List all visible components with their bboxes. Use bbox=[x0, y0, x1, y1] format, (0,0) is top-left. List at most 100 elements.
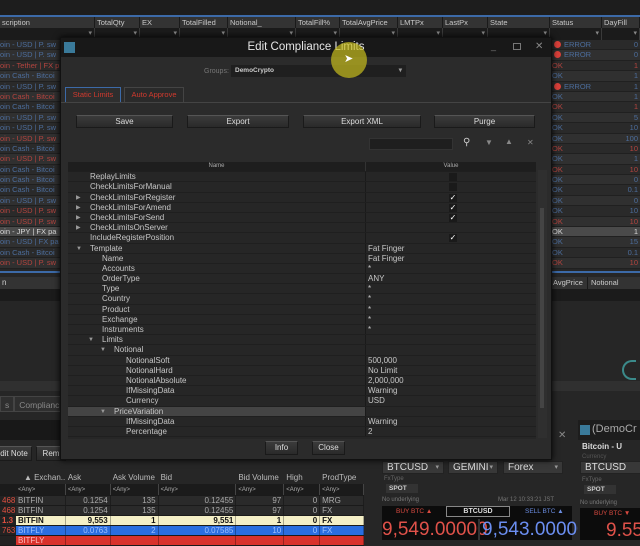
buy-price-button[interactable]: 9,549.00000 bbox=[382, 519, 488, 541]
column-filter[interactable]: <Any> bbox=[236, 484, 285, 495]
column-header[interactable]: TotalQty bbox=[95, 17, 140, 28]
caret-down-icon[interactable]: ▼ bbox=[88, 335, 94, 345]
column-filter[interactable]: <Any> bbox=[16, 484, 66, 495]
tree-row[interactable]: NotionalAbsolute 2,000,000 bbox=[68, 375, 536, 387]
column-header[interactable]: Ask bbox=[66, 472, 111, 484]
tree-row[interactable]: Type * bbox=[68, 284, 536, 295]
product-select[interactable]: Forex bbox=[503, 461, 563, 474]
column-header[interactable]: LMTPx bbox=[398, 17, 443, 28]
tab-s[interactable]: s bbox=[0, 396, 15, 412]
tab-auto-approve[interactable]: Auto Approve bbox=[124, 87, 184, 102]
currency-select[interactable]: BTCUSD bbox=[580, 461, 640, 474]
tree-row[interactable]: ▶ CheckLimitsOnServer bbox=[68, 223, 536, 234]
maximize-icon[interactable] bbox=[513, 43, 521, 50]
market-row[interactable]: BITFLY bbox=[0, 536, 365, 546]
column-name[interactable]: Name bbox=[68, 162, 366, 171]
tree-row[interactable]: Name Fat Finger bbox=[68, 253, 536, 264]
column-header[interactable]: TotalFill% bbox=[296, 17, 340, 28]
export-xml-button[interactable]: Export XML bbox=[303, 115, 421, 128]
market-row[interactable]: 763 BITFLY 0.0763 2 0.07585 10 0 FX bbox=[0, 526, 365, 536]
caret-right-icon[interactable]: ▶ bbox=[76, 203, 81, 213]
fxtype-select[interactable]: SPOT bbox=[584, 485, 616, 494]
tab-static-limits[interactable]: Static Limits bbox=[65, 87, 121, 102]
dialog-title-bar[interactable]: Edit Compliance Limits _ ✕ bbox=[61, 38, 551, 57]
checkbox-checked[interactable]: ✓ bbox=[449, 203, 457, 212]
tree-row[interactable]: ▼ Template Fat Finger bbox=[68, 243, 536, 254]
checkbox-checked[interactable]: ✓ bbox=[449, 234, 457, 243]
tree-row[interactable]: ReplayLimits bbox=[68, 172, 536, 183]
column-header[interactable]: ▲ Exchan... bbox=[22, 472, 66, 484]
caret-right-icon[interactable]: ▶ bbox=[76, 213, 81, 223]
column-header[interactable]: Ask Volume bbox=[111, 472, 159, 484]
tree-row[interactable]: Currency USD bbox=[68, 396, 536, 407]
find-previous-icon[interactable]: ▲ bbox=[505, 137, 513, 146]
tree-row[interactable]: ▶ CheckLimitsForRegister ✓ bbox=[68, 192, 536, 203]
caret-down-icon[interactable]: ▼ bbox=[100, 407, 106, 417]
tree-row[interactable]: NotionalHard No Limit bbox=[68, 365, 536, 376]
column-header[interactable]: TotalAvgPrice bbox=[340, 17, 398, 28]
market-row[interactable]: 1.3 BITFIN 9,553 1 9,551 1 0 FX bbox=[0, 516, 365, 526]
tree-row[interactable]: Percentage 2 bbox=[68, 426, 536, 438]
column-filter[interactable] bbox=[550, 28, 602, 40]
caret-down-icon[interactable]: ▼ bbox=[76, 244, 82, 254]
buy-price-button[interactable]: 9.55 bbox=[606, 520, 640, 540]
tree-row[interactable]: ▼ Notional bbox=[68, 345, 536, 356]
caret-right-icon[interactable]: ▶ bbox=[76, 193, 81, 203]
edit-note-button[interactable]: dit Note bbox=[0, 446, 32, 461]
tree-row[interactable]: IncludeRegisterPosition ✓ bbox=[68, 233, 536, 244]
tree-row[interactable]: NotionalSoft 500,000 bbox=[68, 355, 536, 366]
column-header[interactable]: LastPx bbox=[443, 17, 488, 28]
tree-row[interactable]: IfMissingData Warning bbox=[68, 416, 536, 427]
tree-scrollbar[interactable] bbox=[538, 170, 547, 438]
column-header[interactable]: High bbox=[284, 472, 320, 484]
tree-row[interactable]: Country * bbox=[68, 294, 536, 305]
search-icon[interactable]: ⚲ bbox=[463, 137, 470, 148]
market-row[interactable]: 468 BITFIN 0.1254 135 0.12455 97 0 MRG bbox=[0, 496, 365, 506]
tree-row[interactable]: CheckLimitsForManual bbox=[68, 182, 536, 193]
symbol-select[interactable]: BTCUSD bbox=[382, 461, 444, 474]
column-header[interactable]: ProdType bbox=[320, 472, 364, 484]
clear-search-icon[interactable]: ✕ bbox=[527, 138, 534, 147]
column-header[interactable]: State bbox=[488, 17, 550, 28]
tab-compliance[interactable]: Complianc bbox=[14, 396, 65, 412]
info-button[interactable]: Info bbox=[265, 441, 298, 455]
tree-row[interactable]: Exchange * bbox=[68, 314, 536, 325]
column-filter[interactable]: <Any> bbox=[66, 484, 111, 495]
column-filter[interactable]: <Any> bbox=[320, 484, 365, 495]
tree-row[interactable]: OrderType ANY bbox=[68, 274, 536, 285]
tree-row[interactable]: Product * bbox=[68, 304, 536, 315]
column-header[interactable]: Bid bbox=[159, 472, 237, 484]
fxtype-select[interactable]: SPOT bbox=[386, 484, 418, 493]
column-filter[interactable]: <Any> bbox=[159, 484, 237, 495]
checkbox-unchecked[interactable] bbox=[449, 173, 457, 182]
market-row[interactable]: 468 BITFIN 0.1254 135 0.12455 97 0 FX bbox=[0, 506, 365, 516]
column-header[interactable]: Bid Volume bbox=[236, 472, 284, 484]
exchange-select[interactable]: GEMINI bbox=[448, 461, 498, 474]
caret-down-icon[interactable]: ▼ bbox=[100, 345, 106, 355]
tree-row[interactable]: IfMissingData Warning bbox=[68, 386, 536, 397]
groups-select[interactable]: DemoCrypto ▾ bbox=[231, 65, 406, 77]
close-button[interactable]: Close bbox=[312, 441, 345, 455]
column-header[interactable]: TotalFilled bbox=[180, 17, 228, 28]
column-header[interactable]: DayFill bbox=[602, 17, 640, 28]
lower-filter[interactable] bbox=[0, 289, 60, 301]
tree-row[interactable]: ▼ Limits bbox=[68, 335, 536, 346]
column-header[interactable]: EX bbox=[140, 17, 180, 28]
close-icon[interactable]: ✕ bbox=[535, 41, 543, 52]
tree-row[interactable]: Accounts * bbox=[68, 263, 536, 275]
tree-row[interactable]: Instruments * bbox=[68, 325, 536, 336]
column-header[interactable]: Status bbox=[550, 17, 602, 28]
column-filter[interactable]: <Any> bbox=[111, 484, 159, 495]
minimize-icon[interactable]: _ bbox=[491, 41, 496, 51]
checkbox-checked[interactable]: ✓ bbox=[449, 213, 457, 222]
checkbox-unchecked[interactable] bbox=[449, 183, 457, 192]
column-header[interactable]: Notional_ bbox=[228, 17, 296, 28]
purge-button[interactable]: Purge bbox=[434, 115, 535, 128]
tree-row[interactable]: ▶ CheckLimitsForSend ✓ bbox=[68, 212, 536, 224]
sell-price-button[interactable]: 9,543.00000 bbox=[482, 519, 588, 541]
lower-filter-right[interactable] bbox=[552, 289, 640, 301]
column-filter[interactable] bbox=[602, 28, 640, 40]
caret-right-icon[interactable]: ▶ bbox=[76, 223, 81, 233]
column-filter[interactable]: <Any> bbox=[284, 484, 321, 495]
find-next-icon[interactable]: ▼ bbox=[485, 138, 493, 147]
